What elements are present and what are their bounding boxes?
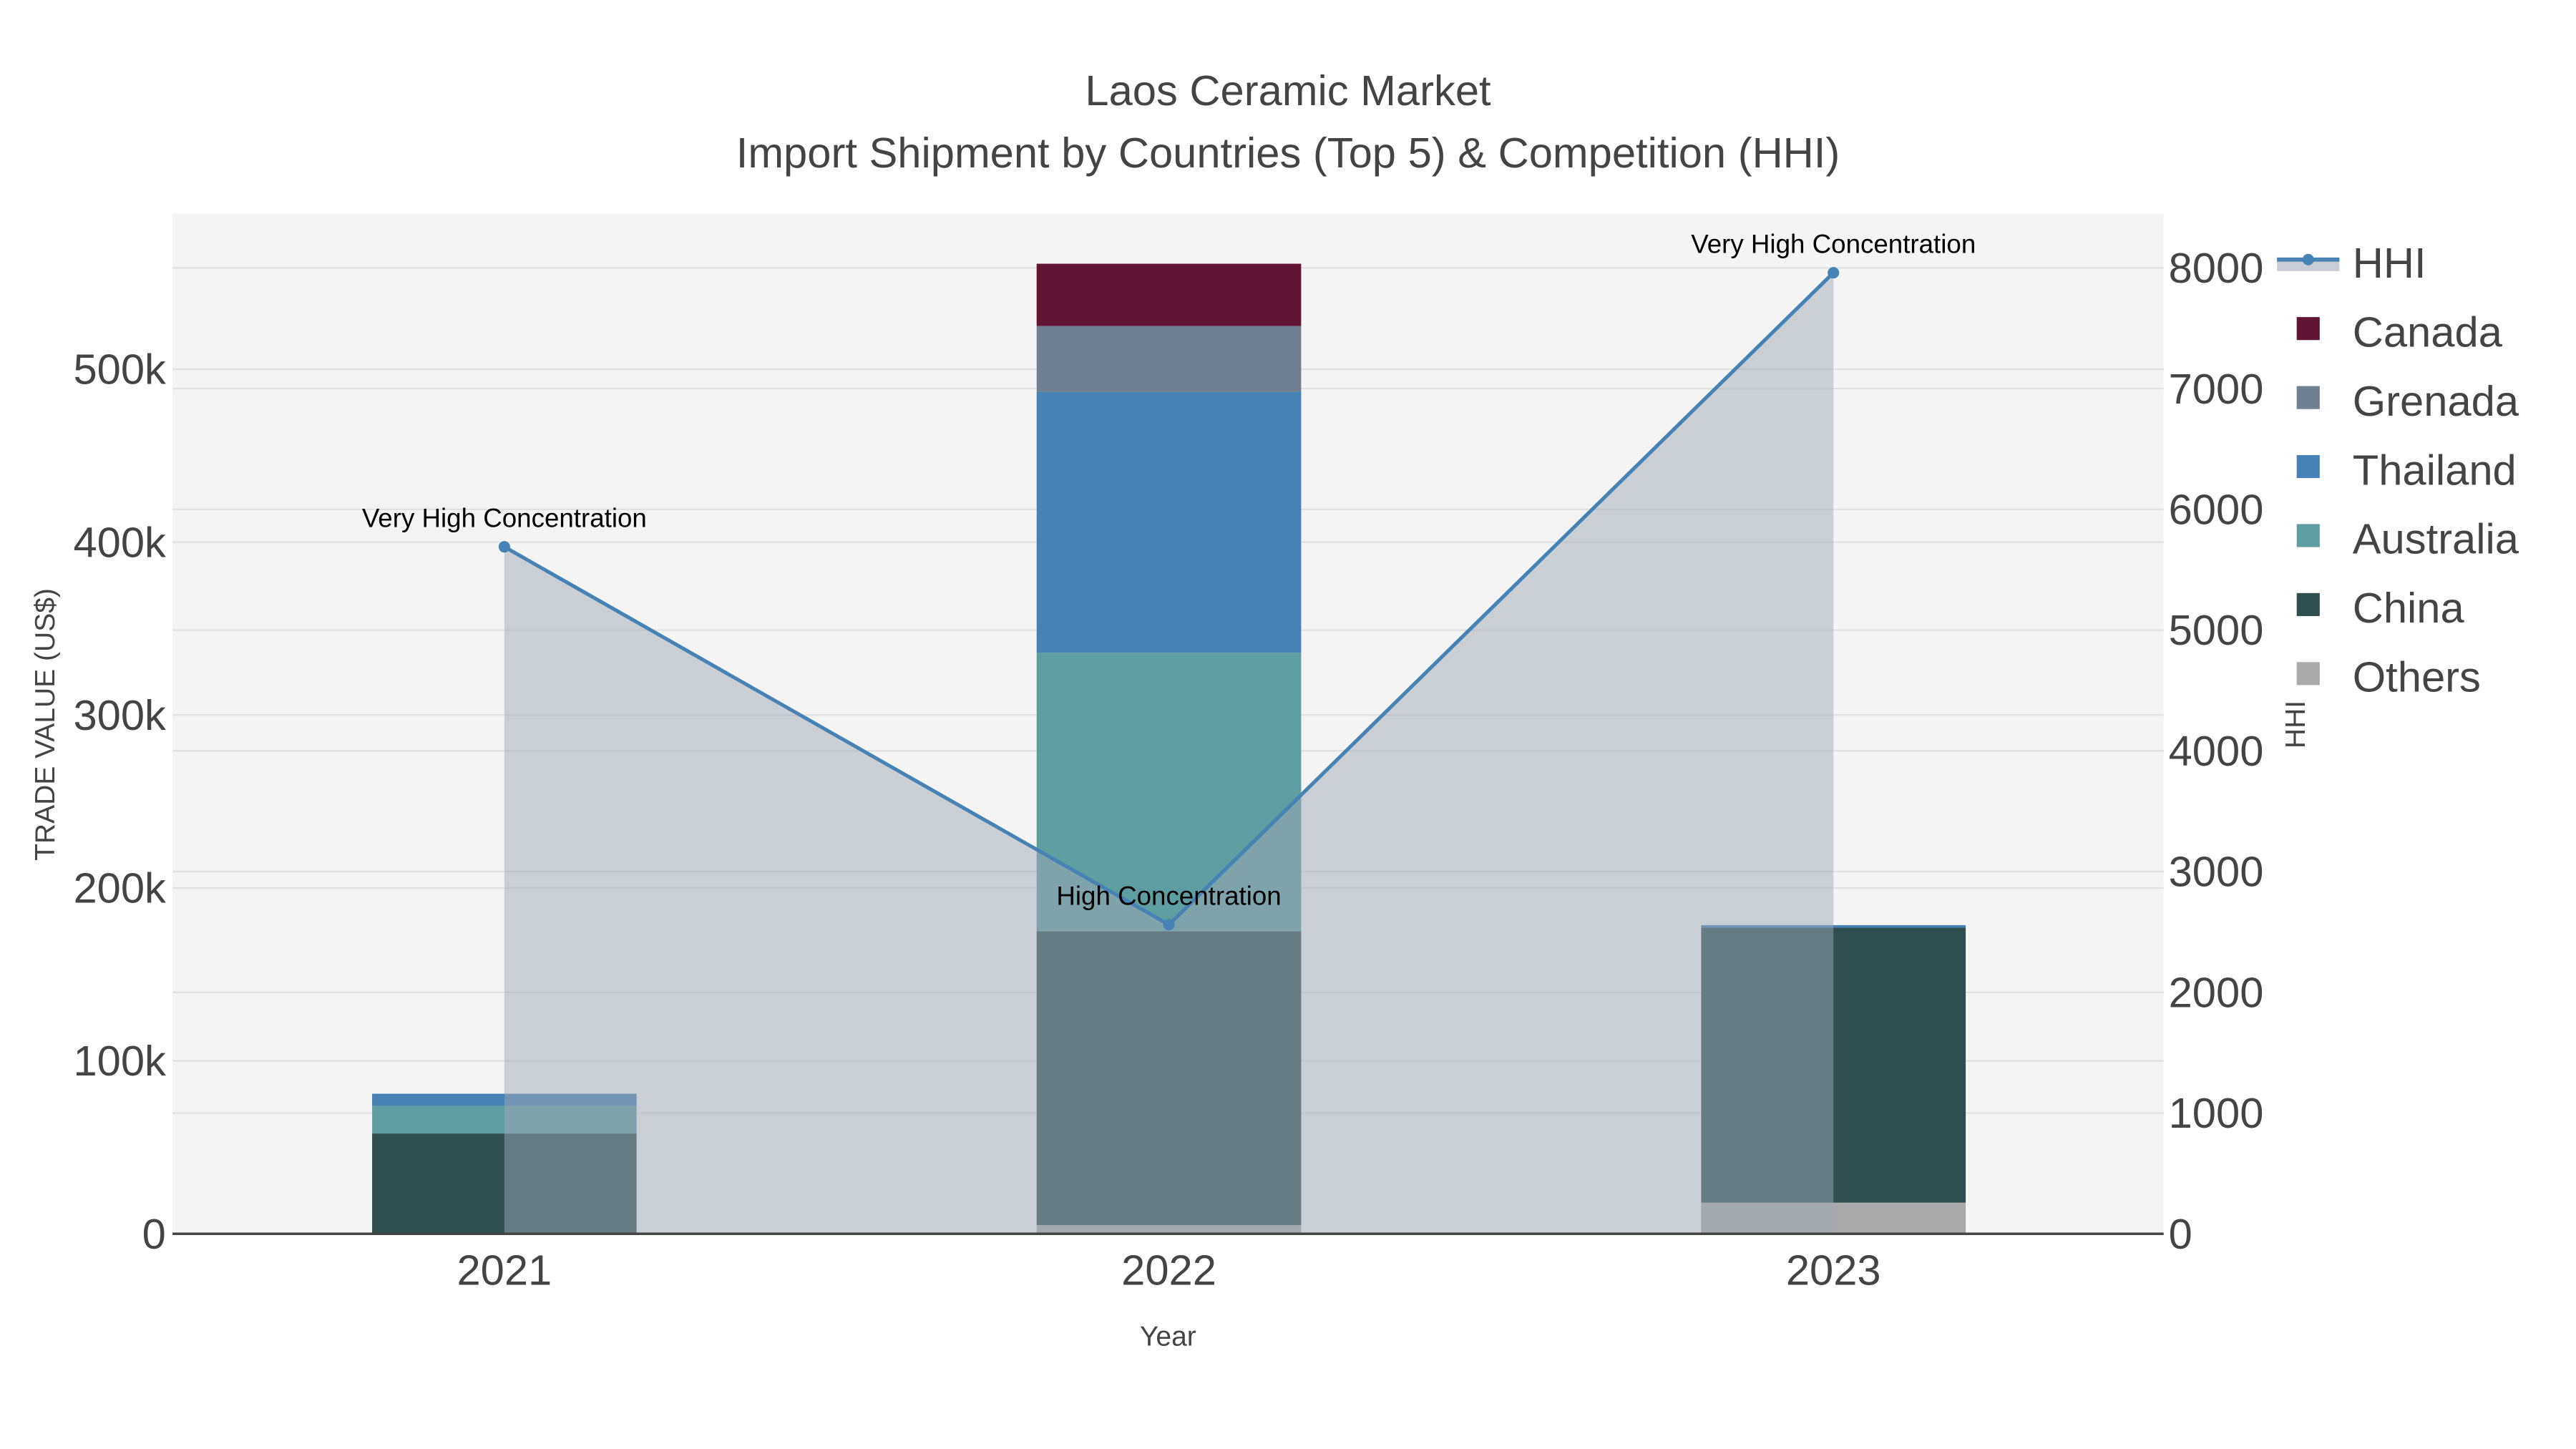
legend-label-australia: Australia	[2353, 515, 2519, 563]
legend-label-thailand: Thailand	[2353, 446, 2517, 494]
y2-tick-label: 3000	[2169, 848, 2264, 896]
legend-label-china: China	[2353, 584, 2465, 632]
hhi-point	[498, 541, 510, 553]
legend-label-grenada: Grenada	[2353, 377, 2519, 425]
y-tick-label: 500k	[73, 346, 166, 394]
y2-tick-label: 6000	[2169, 486, 2264, 534]
y-tick-label: 400k	[73, 518, 166, 566]
legend-swatch-grenada	[2296, 386, 2320, 409]
x-axis-label: Year	[1140, 1321, 1196, 1352]
y-tick-label: 100k	[73, 1037, 166, 1085]
x-tick-label: 2022	[1121, 1246, 1216, 1294]
hhi-annotation: Very High Concentration	[1691, 230, 1976, 259]
hhi-point	[1828, 267, 1840, 279]
x-tick-label: 2021	[457, 1246, 552, 1294]
y2-axis-label: HHI	[2280, 701, 2311, 748]
bar-thailand-2022	[1036, 391, 1302, 653]
chart-title: Laos Ceramic Market	[1085, 67, 1491, 114]
legend-label-canada: Canada	[2353, 308, 2503, 356]
y-tick-label: 200k	[73, 864, 166, 912]
y2-tick-label: 8000	[2169, 244, 2264, 292]
y-tick-label: 0	[142, 1210, 166, 1258]
legend-swatch-thailand	[2296, 454, 2320, 479]
hhi-point	[1163, 919, 1175, 931]
bar-grenada-2022	[1036, 326, 1302, 392]
x-tick-label: 2023	[1786, 1246, 1881, 1294]
y2-tick-label: 0	[2169, 1210, 2192, 1258]
chart-subtitle: Import Shipment by Countries (Top 5) & C…	[736, 129, 1840, 177]
y2-tick-label: 7000	[2169, 365, 2264, 413]
chart: Laos Ceramic Market Import Shipment by C…	[30, 67, 2519, 1352]
y2-tick-label: 5000	[2169, 606, 2264, 654]
hhi-annotation: Very High Concentration	[362, 504, 647, 533]
y-axis-label: TRADE VALUE (US$)	[30, 588, 61, 861]
legend-swatch-others	[2296, 662, 2320, 686]
legend-swatch-china	[2296, 592, 2320, 616]
y-tick-label: 300k	[73, 691, 166, 739]
legend-swatch-canada	[2296, 317, 2320, 341]
legend-hhi-marker	[2302, 253, 2314, 265]
y2-tick-label: 1000	[2169, 1089, 2264, 1137]
legend-swatch-australia	[2296, 524, 2320, 547]
bar-canada-2022	[1036, 263, 1302, 326]
hhi-annotation: High Concentration	[1056, 882, 1281, 911]
y2-tick-label: 4000	[2169, 727, 2264, 775]
y2-tick-label: 2000	[2169, 968, 2264, 1016]
legend-label-others: Others	[2353, 653, 2481, 701]
legend-label-hhi: HHI	[2353, 239, 2426, 287]
